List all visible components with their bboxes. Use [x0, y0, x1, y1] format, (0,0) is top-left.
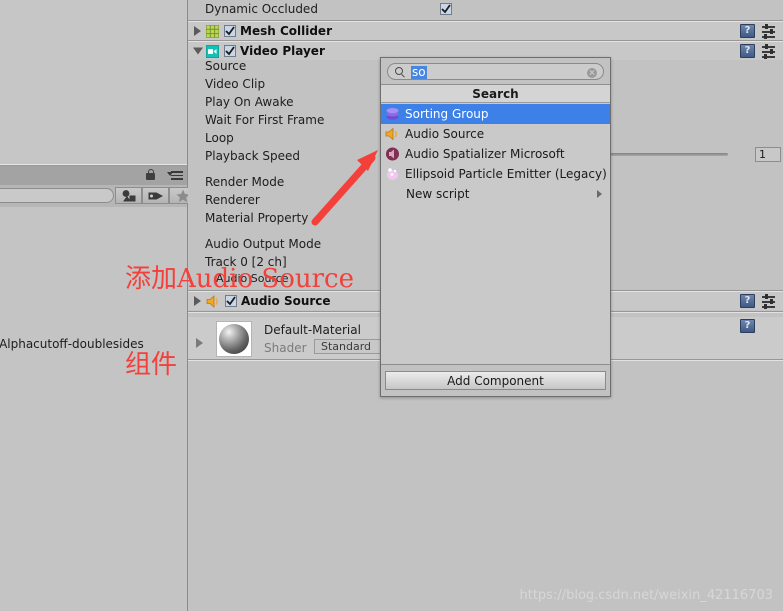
prop-render-mode: Render Mode	[205, 175, 285, 189]
add-component-button[interactable]: Add Component	[385, 371, 606, 390]
dynamic-occluded-checkbox[interactable]	[440, 3, 452, 15]
list-item-ellipsoid-particle-emitter[interactable]: Ellipsoid Particle Emitter (Legacy)	[381, 164, 610, 184]
prop-track-0: Track 0 [2 ch]	[205, 255, 287, 269]
lock-icon[interactable]	[146, 169, 156, 180]
help-book-icon[interactable]: ?	[740, 44, 755, 58]
left-panel-body: ed-Alphacutoff-doublesides	[0, 207, 187, 611]
search-input-value: so	[411, 65, 427, 79]
shader-label: Shader	[264, 341, 307, 355]
component-title: Audio Source	[241, 294, 331, 308]
list-item-label: Ellipsoid Particle Emitter (Legacy)	[405, 167, 607, 181]
list-item-label: Sorting Group	[405, 107, 489, 121]
audio-spatializer-icon	[386, 147, 399, 161]
component-header-mesh-collider[interactable]: Mesh Collider ?	[188, 22, 783, 40]
mesh-collider-enabled-checkbox[interactable]	[224, 25, 236, 37]
scene-vis-button[interactable]	[115, 187, 142, 204]
foldout-arrow-icon[interactable]	[196, 338, 203, 348]
unity-editor-screenshot: ed-Alphacutoff-doublesides Dynamic Occlu…	[0, 0, 783, 611]
list-item-audio-spatializer-microsoft[interactable]: Audio Spatializer Microsoft	[381, 144, 610, 164]
list-item-audio-source[interactable]: Audio Source	[381, 124, 610, 144]
video-player-enabled-checkbox[interactable]	[224, 45, 236, 57]
tag-icon	[148, 192, 163, 199]
audio-source-icon	[206, 295, 218, 308]
list-item-label: Audio Spatializer Microsoft	[405, 147, 565, 161]
list-item-new-script[interactable]: New script	[381, 184, 610, 204]
material-thumbnail	[216, 321, 252, 357]
audio-source-enabled-checkbox[interactable]	[225, 295, 237, 307]
sorting-group-icon	[386, 108, 399, 120]
list-item-sorting-group[interactable]: Sorting Group	[381, 104, 610, 124]
asset-name-label: ed-Alphacutoff-doublesides	[0, 337, 144, 351]
material-name: Default-Material	[264, 323, 361, 337]
prop-loop: Loop	[205, 131, 234, 145]
material-sphere-preview	[219, 324, 249, 354]
tag-button[interactable]	[142, 187, 169, 204]
video-player-icon	[206, 45, 219, 58]
component-search-input[interactable]: so	[387, 63, 604, 80]
prop-play-on-awake: Play On Awake	[205, 95, 294, 109]
audio-source-icon	[385, 127, 397, 141]
add-component-popup: so Search Sorting Group Audio Source Aud…	[380, 57, 611, 397]
chevron-right-icon	[597, 190, 602, 198]
help-book-icon[interactable]: ?	[740, 24, 755, 38]
help-book-icon[interactable]: ?	[740, 319, 755, 333]
clear-circle-icon[interactable]	[587, 68, 597, 78]
playback-speed-value[interactable]: 1	[755, 147, 781, 162]
component-title: Video Player	[240, 44, 325, 58]
list-item-label: Audio Source	[405, 127, 485, 141]
left-search-row	[0, 185, 196, 207]
hamburger-menu-icon[interactable]	[167, 171, 183, 180]
prop-audio-output-mode: Audio Output Mode	[205, 237, 322, 251]
left-viewport	[0, 0, 187, 166]
mesh-collider-icon	[206, 25, 219, 38]
settings-sliders-icon[interactable]	[762, 24, 776, 39]
particle-emitter-icon	[387, 168, 398, 180]
foldout-arrow-icon[interactable]	[194, 296, 201, 306]
left-panel: ed-Alphacutoff-doublesides	[0, 0, 196, 611]
prop-renderer: Renderer	[205, 193, 260, 207]
search-input[interactable]	[0, 188, 114, 203]
prop-playback-speed: Playback Speed	[205, 149, 300, 163]
add-component-footer: Add Component	[381, 364, 610, 396]
component-title: Mesh Collider	[240, 24, 332, 38]
prop-audio-source: Audio Source	[216, 272, 289, 285]
search-icon	[395, 67, 406, 78]
foldout-arrow-icon[interactable]	[194, 26, 201, 36]
shapes-icon	[122, 189, 135, 201]
list-item-label: New script	[406, 187, 470, 201]
prop-video-clip: Video Clip	[205, 77, 266, 91]
prop-dynamic-occluded-label: Dynamic Occluded	[205, 2, 318, 16]
prop-source: Source	[205, 59, 247, 73]
settings-sliders-icon[interactable]	[762, 44, 776, 59]
popup-search-bar: so	[381, 58, 610, 85]
settings-sliders-icon[interactable]	[762, 294, 776, 309]
help-book-icon[interactable]: ?	[740, 294, 755, 308]
prop-wait-for-first-frame: Wait For First Frame	[205, 113, 325, 127]
left-panel-toolbar	[0, 166, 187, 185]
component-results-list: Sorting Group Audio Source Audio Spatial…	[381, 104, 610, 204]
watermark-text: https://blog.csdn.net/weixin_42116703	[519, 588, 773, 603]
foldout-arrow-icon[interactable]	[193, 47, 203, 55]
popup-header-label: Search	[381, 85, 610, 103]
prop-material-property: Material Property	[205, 211, 309, 225]
